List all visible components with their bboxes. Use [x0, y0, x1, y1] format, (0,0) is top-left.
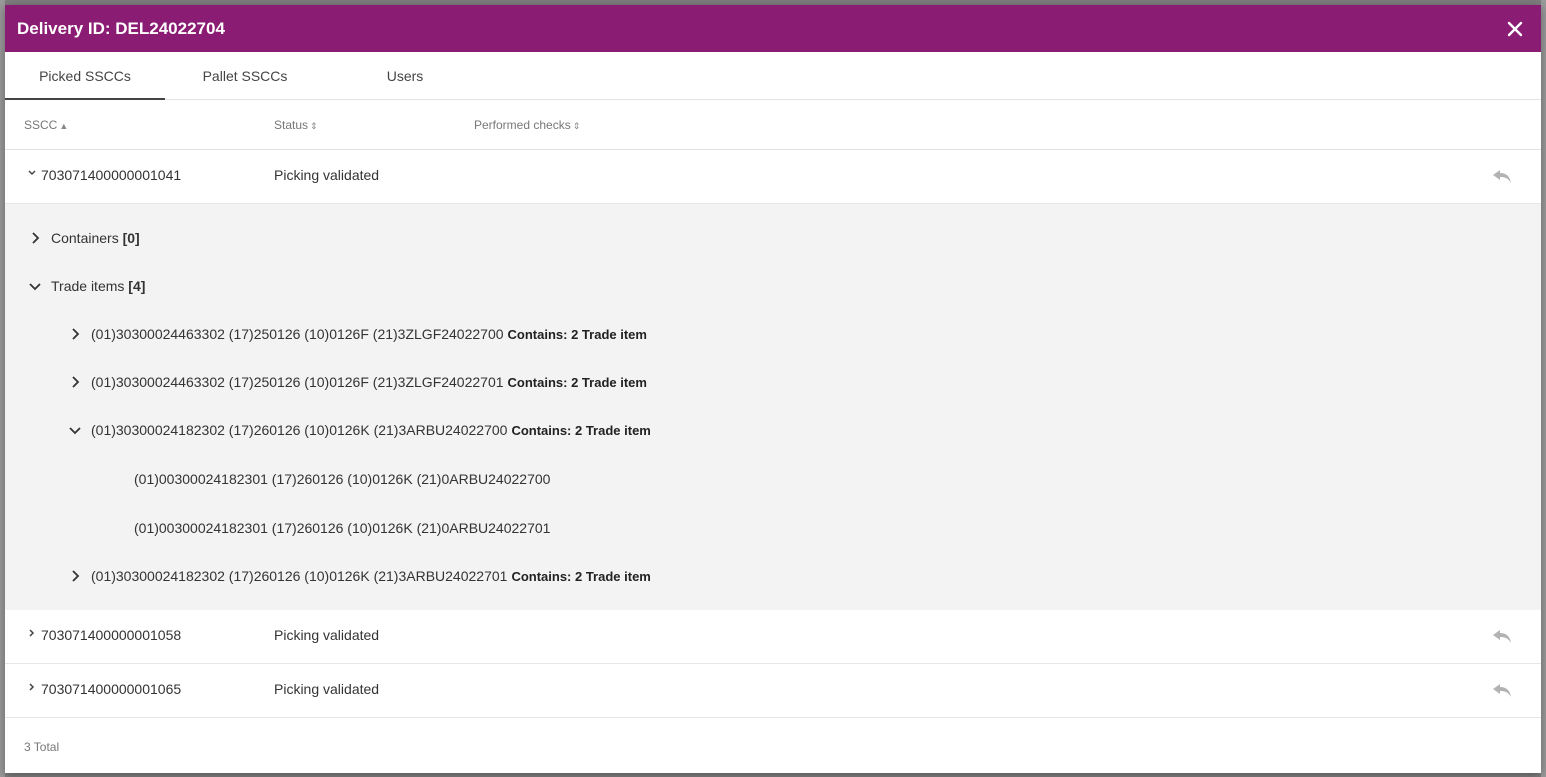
- undo-icon[interactable]: [1491, 627, 1513, 645]
- trade-item-code: (01)30300024182302 (17)260126 (10)0126K …: [91, 568, 508, 584]
- trade-item-code: (01)30300024182302 (17)260126 (10)0126K …: [91, 422, 508, 438]
- chevron-down-icon[interactable]: [27, 168, 37, 178]
- table-row[interactable]: 703071400000001065 Picking validated: [5, 664, 1541, 718]
- column-header-checks-label: Performed checks: [474, 117, 571, 132]
- delivery-modal: Delivery ID: DEL24022704 Picked SSCCs Pa…: [5, 5, 1541, 773]
- column-header-row: SSCC ▲ Status ⇕ Performed checks ⇕: [5, 100, 1541, 150]
- trade-item-contains: Contains: 2 Trade item: [511, 568, 651, 584]
- chevron-down-icon[interactable]: [67, 422, 83, 438]
- chevron-right-icon[interactable]: [27, 230, 43, 246]
- background-strip-right: [1541, 0, 1546, 777]
- sub-trade-item: (01)00300024182301 (17)260126 (10)0126K …: [134, 520, 550, 536]
- table-row[interactable]: 703071400000001058 Picking validated: [5, 610, 1541, 664]
- row-detail-panel: Containers [0] Trade items [4] (01)30300…: [5, 204, 1541, 610]
- trade-item-node[interactable]: (01)30300024182302 (17)260126 (10)0126K …: [67, 568, 651, 584]
- status-value: Picking validated: [274, 167, 380, 183]
- column-header-checks[interactable]: Performed checks ⇕: [474, 118, 580, 132]
- chevron-down-icon[interactable]: [27, 278, 43, 294]
- sscc-value: 703071400000001058: [41, 627, 182, 643]
- containers-count: [0]: [122, 230, 140, 246]
- column-header-sscc-label: SSCC: [24, 117, 58, 132]
- table-footer: 3 Total: [5, 721, 1541, 773]
- tab-picked-ssccs[interactable]: Picked SSCCs: [5, 52, 165, 100]
- chevron-right-icon[interactable]: [27, 682, 37, 692]
- modal-title: Delivery ID: DEL24022704: [17, 18, 225, 38]
- chevron-right-icon[interactable]: [67, 568, 83, 584]
- sort-both-icon: ⇕: [310, 120, 318, 131]
- status-value: Picking validated: [274, 681, 380, 697]
- modal-header: Delivery ID: DEL24022704: [5, 5, 1541, 52]
- trade-item-code: (01)30300024463302 (17)250126 (10)0126F …: [91, 374, 504, 390]
- close-button[interactable]: [1501, 15, 1529, 43]
- total-count: 3 Total: [24, 740, 60, 754]
- column-header-sscc[interactable]: SSCC ▲: [24, 118, 68, 132]
- table-row[interactable]: 703071400000001041 Picking validated: [5, 150, 1541, 204]
- trade-item-node[interactable]: (01)30300024463302 (17)250126 (10)0126F …: [67, 326, 647, 342]
- containers-label: Containers: [51, 230, 119, 246]
- trade-items-node[interactable]: Trade items [4]: [27, 278, 145, 294]
- sscc-value: 703071400000001041: [41, 167, 182, 183]
- column-header-status[interactable]: Status ⇕: [274, 118, 318, 132]
- sub-trade-item-code: (01)00300024182301 (17)260126 (10)0126K …: [134, 520, 551, 536]
- sort-both-icon: ⇕: [572, 120, 581, 131]
- undo-icon[interactable]: [1491, 167, 1513, 185]
- tab-bar: Picked SSCCs Pallet SSCCs Users: [5, 52, 1541, 100]
- trade-item-code: (01)30300024463302 (17)250126 (10)0126F …: [91, 326, 504, 342]
- containers-node[interactable]: Containers [0]: [27, 230, 140, 246]
- status-value: Picking validated: [274, 627, 380, 643]
- sscc-value: 703071400000001065: [41, 681, 182, 697]
- sub-trade-item: (01)00300024182301 (17)260126 (10)0126K …: [134, 471, 550, 487]
- trade-item-node[interactable]: (01)30300024463302 (17)250126 (10)0126F …: [67, 374, 647, 390]
- undo-icon[interactable]: [1491, 681, 1513, 699]
- trade-item-contains: Contains: 2 Trade item: [507, 326, 647, 342]
- tab-users[interactable]: Users: [325, 52, 485, 99]
- chevron-right-icon[interactable]: [67, 326, 83, 342]
- trade-item-contains: Contains: 2 Trade item: [507, 374, 647, 390]
- close-icon: [1507, 21, 1523, 36]
- trade-item-contains: Contains: 2 Trade item: [511, 422, 651, 438]
- trade-items-count: [4]: [128, 278, 146, 294]
- sort-asc-icon: ▲: [59, 120, 69, 131]
- chevron-right-icon[interactable]: [67, 374, 83, 390]
- column-header-status-label: Status: [274, 117, 309, 132]
- tab-pallet-ssccs[interactable]: Pallet SSCCs: [165, 52, 325, 99]
- sub-trade-item-code: (01)00300024182301 (17)260126 (10)0126K …: [134, 471, 551, 487]
- trade-item-node[interactable]: (01)30300024182302 (17)260126 (10)0126K …: [67, 422, 651, 438]
- chevron-right-icon[interactable]: [27, 628, 37, 638]
- trade-items-label: Trade items: [51, 278, 125, 294]
